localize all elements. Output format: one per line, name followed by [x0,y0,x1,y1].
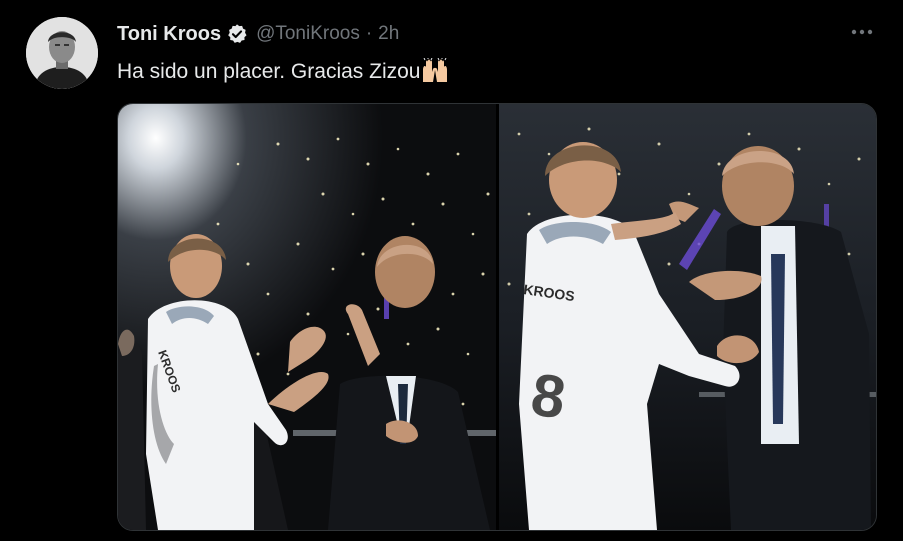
more-options-icon[interactable] [846,22,878,42]
tweet-text: Ha sido un placer. Gracias Zizou [117,57,449,84]
tweet-card[interactable]: Toni Kroos @ToniKroos · 2h Ha sido un pl… [0,0,903,541]
photo-2-image: KROOS 8 [499,104,876,530]
tweet-photo-2[interactable]: KROOS 8 [499,104,876,530]
tweet-header: Toni Kroos @ToniKroos · 2h [117,20,399,48]
tweet-text-content: Ha sido un placer. Gracias Zizou [117,60,421,83]
avatar[interactable] [26,17,98,89]
raising-hands-emoji [421,57,449,82]
verified-badge-icon [226,23,248,45]
tweet-photo-1[interactable]: KROOS [118,104,496,530]
timestamp[interactable]: 2h [378,23,399,45]
author-handle[interactable]: @ToniKroos [256,23,360,45]
author-name[interactable]: Toni Kroos [117,23,221,46]
photo-1-image: KROOS [118,104,496,530]
separator-dot: · [365,23,373,44]
avatar-photo [26,17,98,89]
media-grid: KROOS KROOS 8 [117,103,877,531]
